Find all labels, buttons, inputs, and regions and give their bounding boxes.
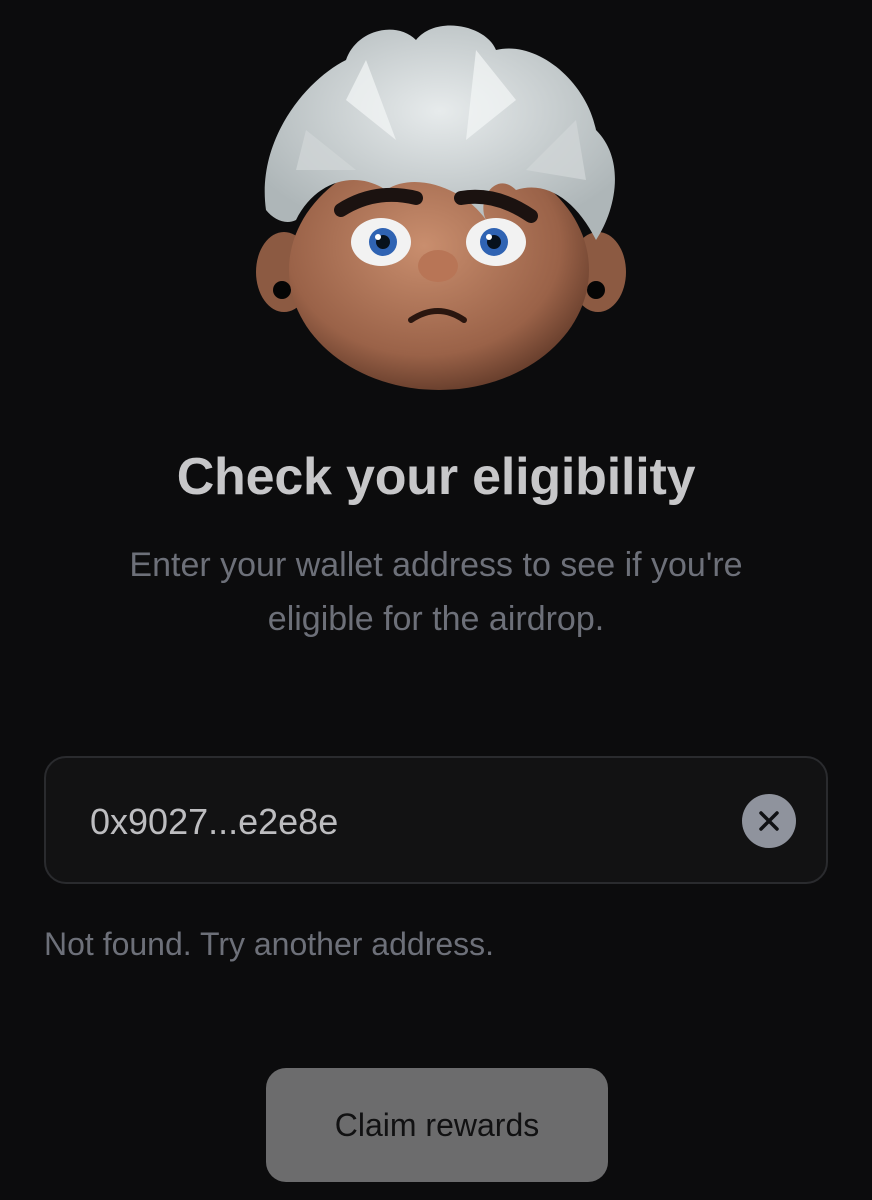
page-subtitle: Enter your wallet address to see if you'…: [129, 546, 743, 638]
claim-rewards-button[interactable]: Claim rewards: [266, 1068, 608, 1182]
clear-address-button[interactable]: [742, 794, 796, 848]
page-title: Check your eligibility: [176, 448, 696, 506]
eligibility-screen: Check your eligibility Enter your wallet…: [0, 0, 872, 1200]
sad-avatar-icon: [246, 20, 632, 400]
wallet-address-value[interactable]: 0x9027...e2e8e: [90, 798, 338, 846]
close-icon: [759, 811, 779, 831]
wallet-address-input[interactable]: 0x9027...e2e8e: [44, 756, 828, 884]
status-message: Not found. Try another address.: [44, 926, 495, 962]
